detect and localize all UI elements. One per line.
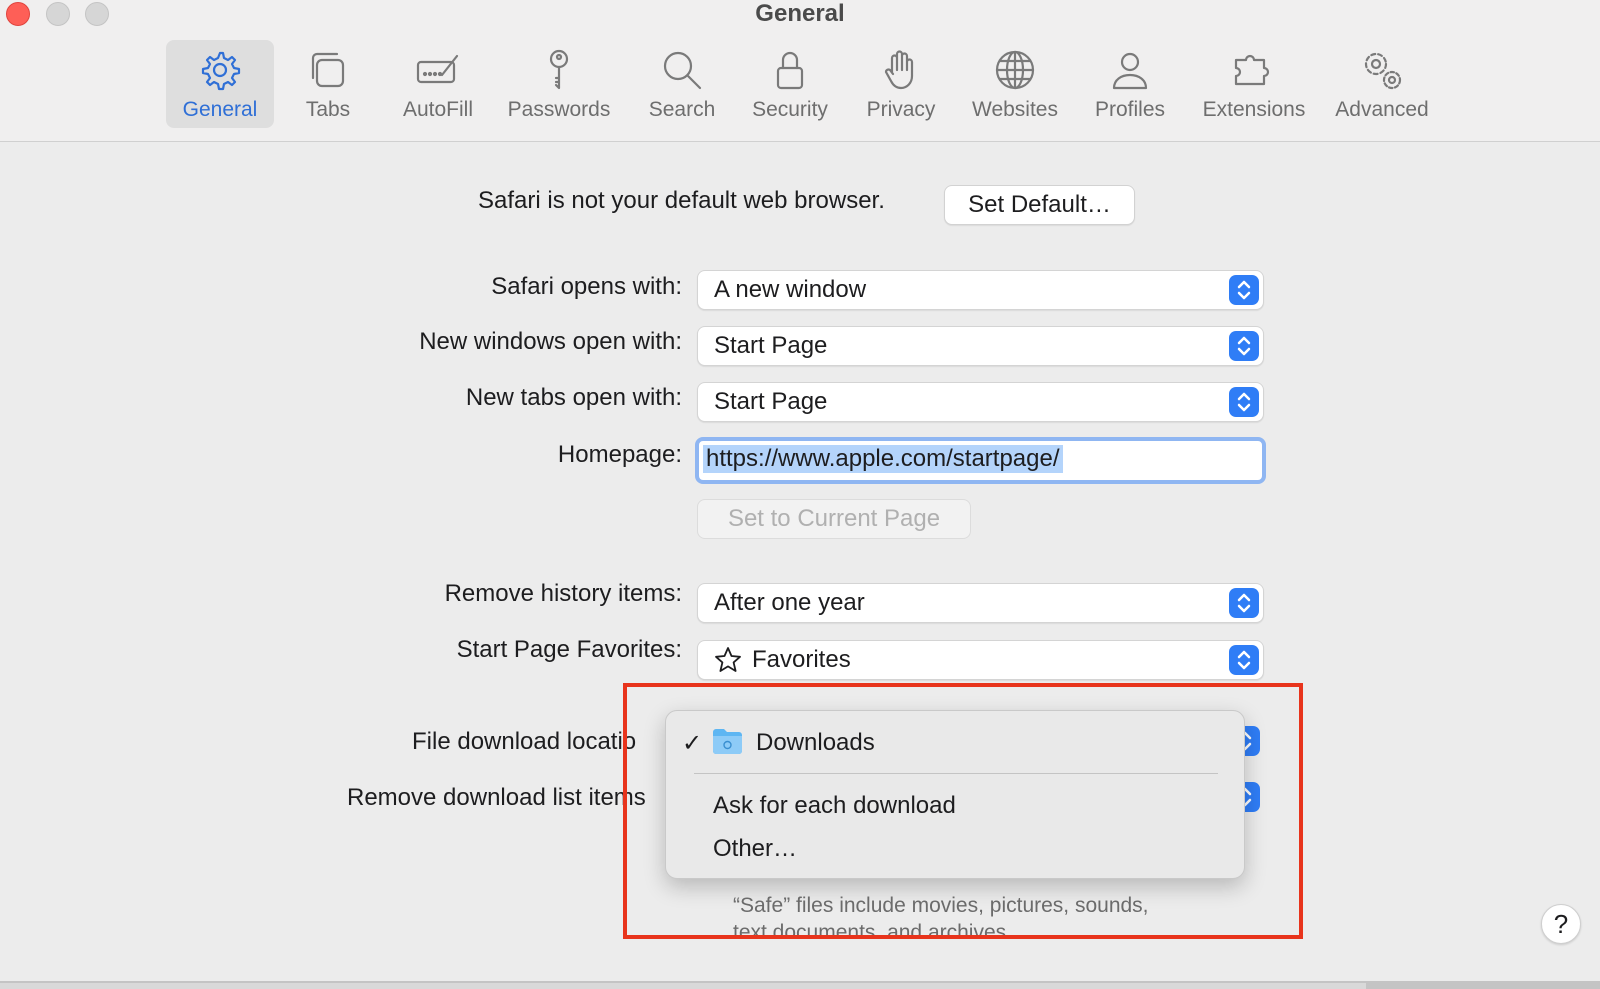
person-icon: [1106, 46, 1154, 94]
favorites-value: Favorites: [752, 646, 851, 673]
scrollbar-thumb[interactable]: [0, 983, 1366, 989]
select-value: Start Page: [714, 388, 828, 415]
tab-label: Tabs: [305, 98, 351, 121]
gear-icon: [196, 46, 244, 94]
window-toolbar: General General Tabs AutoFill Passwords …: [0, 0, 1600, 142]
puzzle-icon: [1230, 46, 1278, 94]
select-value: After one year: [714, 589, 865, 616]
tab-security[interactable]: Security: [745, 40, 835, 128]
tab-label: AutoFill: [402, 98, 474, 121]
tab-label: Passwords: [507, 98, 611, 121]
remove-history-select[interactable]: After one year: [697, 583, 1264, 623]
globe-icon: [991, 46, 1039, 94]
homepage-value: https://www.apple.com/startpage/: [703, 445, 1063, 473]
tab-general[interactable]: General: [166, 40, 274, 128]
window-title: General: [755, 0, 845, 27]
tab-label: Extensions: [1202, 98, 1306, 121]
tab-tabs[interactable]: Tabs: [283, 40, 373, 128]
tab-privacy[interactable]: Privacy: [856, 40, 946, 128]
chevron-updown-icon: [1229, 387, 1259, 417]
tab-profiles[interactable]: Profiles: [1085, 40, 1175, 128]
new-tabs-label: New tabs open with:: [465, 384, 682, 411]
chevron-updown-icon: [1229, 275, 1259, 305]
new-tabs-select[interactable]: Start Page: [697, 382, 1264, 422]
window-bottom-edge: [0, 981, 1600, 989]
remove-history-label: Remove history items:: [444, 580, 682, 607]
new-windows-select[interactable]: Start Page: [697, 326, 1264, 366]
tab-label: Search: [648, 98, 716, 121]
tab-label: Websites: [972, 98, 1058, 121]
lock-icon: [766, 46, 814, 94]
remove-download-label: Remove download list items: [347, 784, 646, 811]
autofill-icon: [414, 46, 462, 94]
tab-websites[interactable]: Websites: [962, 40, 1068, 128]
homepage-label: Homepage:: [557, 441, 682, 468]
tab-label: Security: [752, 98, 828, 121]
gears-icon: [1358, 46, 1406, 94]
tab-advanced[interactable]: Advanced: [1326, 40, 1438, 128]
magnifier-icon: [658, 46, 706, 94]
tabs-icon: [304, 46, 352, 94]
tab-search[interactable]: Search: [642, 40, 722, 128]
annotation-highlight: [623, 683, 1303, 939]
tab-autofill[interactable]: AutoFill: [393, 40, 483, 128]
select-value: Favorites: [714, 646, 851, 674]
tab-label: Advanced: [1335, 98, 1429, 121]
star-icon: [715, 647, 741, 672]
tab-label: General: [182, 98, 258, 121]
chevron-updown-icon: [1229, 331, 1259, 361]
default-browser-message: Safari is not your default web browser.: [478, 187, 885, 214]
new-windows-label: New windows open with:: [419, 328, 682, 355]
help-button[interactable]: ?: [1541, 904, 1581, 944]
select-value: Start Page: [714, 332, 828, 359]
key-icon: [535, 46, 583, 94]
select-value: A new window: [714, 276, 867, 303]
opens-with-label: Safari opens with:: [491, 273, 682, 300]
tab-label: Profiles: [1094, 98, 1166, 121]
download-location-label: File download locatio: [412, 728, 637, 755]
favorites-select[interactable]: Favorites: [697, 640, 1264, 680]
chevron-updown-icon: [1229, 645, 1259, 675]
homepage-field[interactable]: https://www.apple.com/startpage/: [695, 437, 1266, 484]
chevron-updown-icon: [1229, 588, 1259, 618]
tab-extensions[interactable]: Extensions: [1192, 40, 1316, 128]
opens-with-select[interactable]: A new window: [697, 270, 1264, 310]
favorites-label: Start Page Favorites:: [456, 636, 682, 663]
set-current-page-button[interactable]: Set to Current Page: [697, 499, 971, 539]
tab-label: Privacy: [866, 98, 936, 121]
set-default-button[interactable]: Set Default…: [944, 185, 1135, 225]
hand-icon: [877, 46, 925, 94]
tab-passwords[interactable]: Passwords: [503, 40, 615, 128]
